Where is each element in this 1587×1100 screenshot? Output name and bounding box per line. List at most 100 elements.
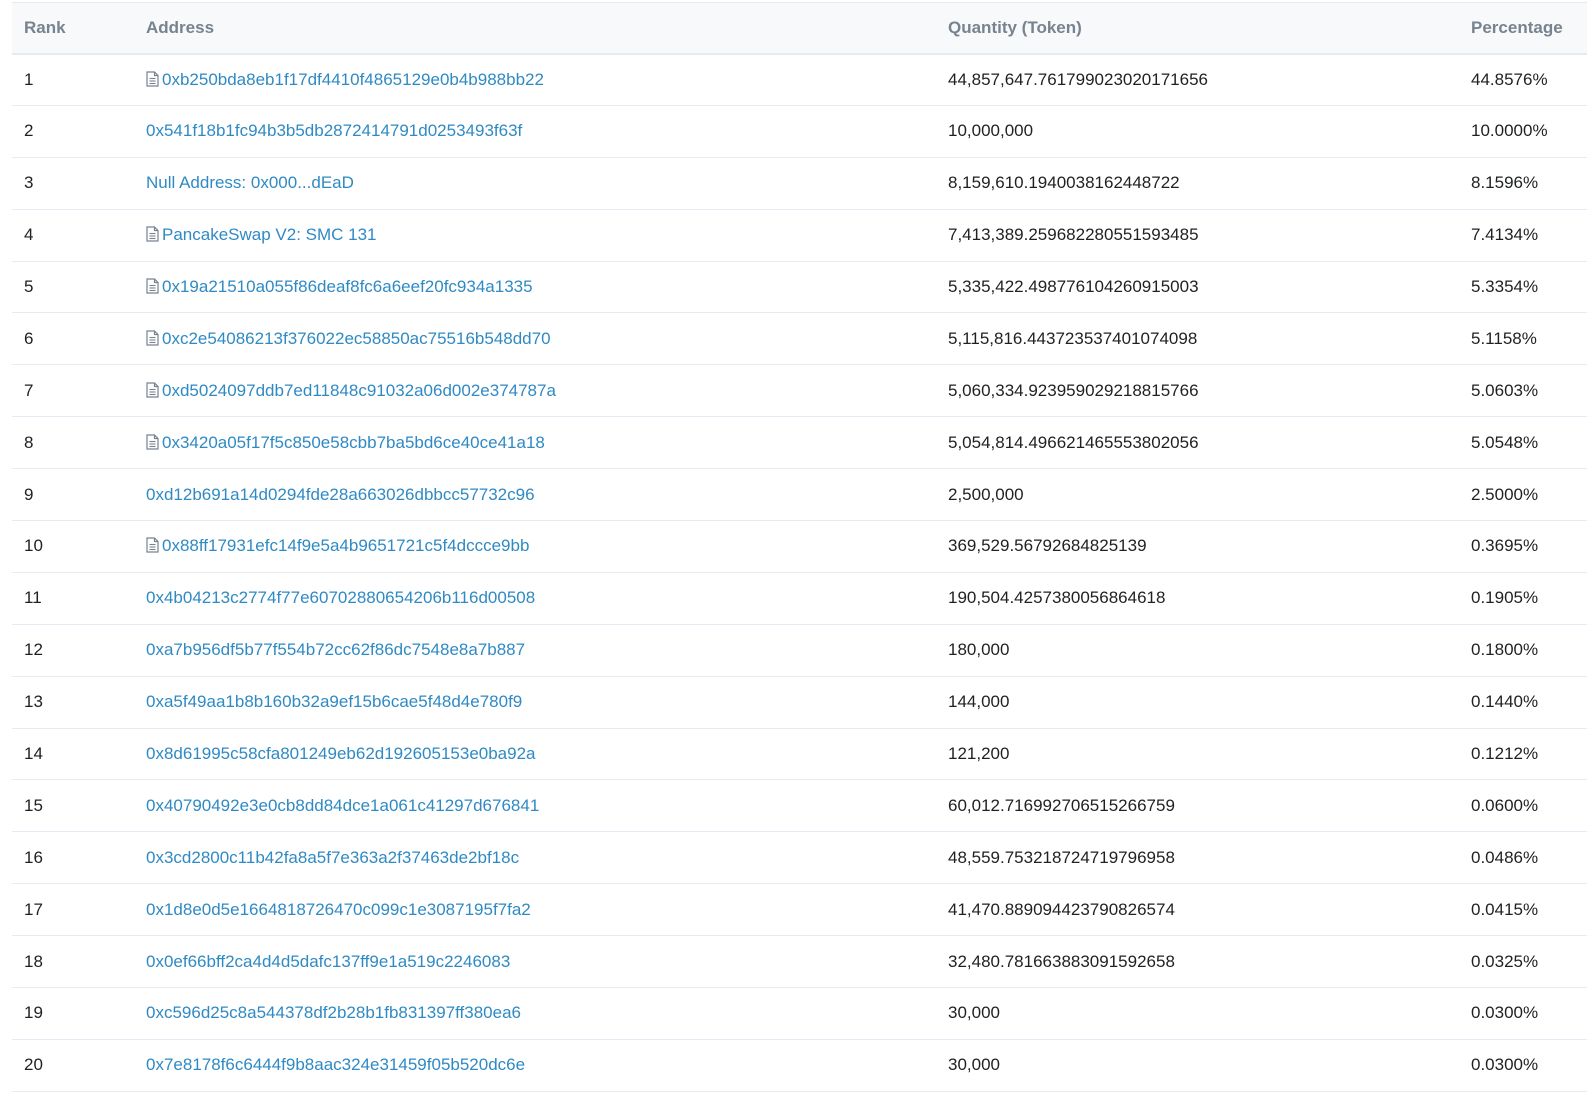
table-row: 7 0xd5024097ddb7ed11848c91032a06d002e3747… (12, 364, 1587, 418)
address-cell: 0xc596d25c8a544378df2b28b1fb831397ff380e… (134, 987, 936, 1040)
address-cell: 0x8d61995c58cfa801249eb62d192605153e0ba9… (134, 728, 936, 781)
percentage-cell: 0.3695% (1459, 520, 1587, 573)
address-cell: 0x40790492e3e0cb8dd84dce1a061c41297d6768… (134, 779, 936, 833)
rank-cell: 4 (12, 209, 134, 262)
rank-cell: 7 (12, 364, 134, 418)
percentage-cell: 0.0486% (1459, 831, 1587, 885)
percentage-cell: 0.1212% (1459, 728, 1587, 781)
percentage-cell: 0.0600% (1459, 779, 1587, 833)
percentage-cell: 5.0548% (1459, 416, 1587, 470)
rank-cell: 6 (12, 312, 134, 366)
address-column-header: Address (134, 2, 936, 55)
table-row: 17 0x1d8e0d5e1664818726470c099c1e3087195f… (12, 883, 1587, 937)
table-row: 19 0xc596d25c8a544378df2b28b1fb831397ff38… (12, 987, 1587, 1040)
rank-cell: 12 (12, 624, 134, 677)
percentage-cell: 0.0300% (1459, 987, 1587, 1040)
table-row: 13 0xa5f49aa1b8b160b32a9ef15b6cae5f48d4e7… (12, 676, 1587, 729)
address-cell: 0x7e8178f6c6444f9b8aac324e31459f05b520dc… (134, 1039, 936, 1092)
percentage-cell: 10.0000% (1459, 105, 1587, 158)
quantity-cell: 190,504.4257380056864618 (936, 572, 1459, 625)
quantity-cell: 369,529.56792684825139 (936, 520, 1459, 573)
holder-address-link[interactable]: 0xb250bda8eb1f17df4410f4865129e0b4b988bb… (162, 70, 544, 89)
address-cell: 0x541f18b1fc94b3b5db2872414791d0253493f6… (134, 105, 936, 158)
address-cell: Null Address: 0x000...dEaD (134, 157, 936, 210)
percentage-cell: 8.1596% (1459, 157, 1587, 210)
holder-address-link[interactable]: 0xc596d25c8a544378df2b28b1fb831397ff380e… (146, 1003, 521, 1022)
holder-address-link[interactable]: 0xc2e54086213f376022ec58850ac75516b548dd… (162, 329, 551, 348)
address-cell: 0x19a21510a055f86deaf8fc6a6eef20fc934a13… (134, 261, 936, 314)
table-row: 18 0x0ef66bff2ca4d4d5dafc137ff9e1a519c224… (12, 935, 1587, 989)
holder-address-link[interactable]: Null Address: 0x000...dEaD (146, 173, 354, 192)
holder-address-link[interactable]: 0x19a21510a055f86deaf8fc6a6eef20fc934a13… (162, 277, 533, 296)
quantity-cell: 30,000 (936, 987, 1459, 1040)
quantity-cell: 144,000 (936, 676, 1459, 729)
quantity-cell: 5,060,334.923959029218815766 (936, 364, 1459, 418)
table-row: 20 0x7e8178f6c6444f9b8aac324e31459f05b520… (12, 1039, 1587, 1092)
holder-address-link[interactable]: 0x40790492e3e0cb8dd84dce1a061c41297d6768… (146, 796, 539, 815)
table-row: 16 0x3cd2800c11b42fa8a5f7e363a2f37463de2b… (12, 831, 1587, 885)
holder-address-link[interactable]: PancakeSwap V2: SMC 131 (162, 225, 377, 244)
holder-address-link[interactable]: 0x0ef66bff2ca4d4d5dafc137ff9e1a519c22460… (146, 952, 510, 971)
quantity-cell: 7,413,389.259682280551593485 (936, 209, 1459, 262)
table-row: 6 0xc2e54086213f376022ec58850ac75516b548d… (12, 312, 1587, 366)
rank-cell: 10 (12, 520, 134, 573)
quantity-cell: 5,115,816.443723537401074098 (936, 312, 1459, 366)
table-row: 11 0x4b04213c2774f77e60702880654206b116d0… (12, 572, 1587, 625)
quantity-cell: 60,012.716992706515266759 (936, 779, 1459, 833)
file-document-icon (146, 278, 159, 294)
rank-cell: 19 (12, 987, 134, 1040)
quantity-cell: 2,500,000 (936, 468, 1459, 522)
holder-address-link[interactable]: 0x3cd2800c11b42fa8a5f7e363a2f37463de2bf1… (146, 848, 519, 867)
holder-address-link[interactable]: 0x3420a05f17f5c850e58cbb7ba5bd6ce40ce41a… (162, 433, 545, 452)
rank-cell: 11 (12, 572, 134, 625)
rank-cell: 15 (12, 779, 134, 833)
rank-cell: 16 (12, 831, 134, 885)
rank-cell: 1 (12, 53, 134, 106)
address-cell: PancakeSwap V2: SMC 131 (134, 209, 936, 262)
table-row: 5 0x19a21510a055f86deaf8fc6a6eef20fc934a1… (12, 261, 1587, 314)
table-row: 8 0x3420a05f17f5c850e58cbb7ba5bd6ce40ce41… (12, 416, 1587, 470)
table-row: 2 0x541f18b1fc94b3b5db2872414791d0253493f… (12, 105, 1587, 158)
percentage-cell: 7.4134% (1459, 209, 1587, 262)
holder-address-link[interactable]: 0x8d61995c58cfa801249eb62d192605153e0ba9… (146, 744, 536, 763)
rank-cell: 18 (12, 935, 134, 989)
holder-address-link[interactable]: 0xa7b956df5b77f554b72cc62f86dc7548e8a7b8… (146, 640, 525, 659)
holder-address-link[interactable]: 0xa5f49aa1b8b160b32a9ef15b6cae5f48d4e780… (146, 692, 522, 711)
holder-address-link[interactable]: 0xd5024097ddb7ed11848c91032a06d002e37478… (162, 381, 556, 400)
holder-address-link[interactable]: 0x4b04213c2774f77e60702880654206b116d005… (146, 588, 535, 607)
table-body: 1 0xb250bda8eb1f17df4410f4865129e0b4b988b… (12, 53, 1587, 1092)
percentage-cell: 44.8576% (1459, 53, 1587, 106)
percentage-cell: 0.0325% (1459, 935, 1587, 989)
table-row: 15 0x40790492e3e0cb8dd84dce1a061c41297d67… (12, 779, 1587, 833)
table-row: 12 0xa7b956df5b77f554b72cc62f86dc7548e8a7… (12, 624, 1587, 677)
rank-cell: 3 (12, 157, 134, 210)
quantity-cell: 48,559.753218724719796958 (936, 831, 1459, 885)
quantity-cell: 41,470.889094423790826574 (936, 883, 1459, 937)
table-row: 3 Null Address: 0x000...dEaD 8,159,610.194… (12, 157, 1587, 210)
holder-address-link[interactable]: 0xd12b691a14d0294fde28a663026dbbcc57732c… (146, 485, 535, 504)
address-cell: 0xa5f49aa1b8b160b32a9ef15b6cae5f48d4e780… (134, 676, 936, 729)
file-document-icon (146, 537, 159, 554)
table-row: 14 0x8d61995c58cfa801249eb62d192605153e0b… (12, 728, 1587, 781)
rank-cell: 14 (12, 728, 134, 781)
address-cell: 0x3420a05f17f5c850e58cbb7ba5bd6ce40ce41a… (134, 416, 936, 470)
holder-address-link[interactable]: 0x88ff17931efc14f9e5a4b9651721c5f4dccce9… (162, 536, 529, 555)
quantity-cell: 5,335,422.498776104260915003 (936, 261, 1459, 314)
percentage-cell: 5.1158% (1459, 312, 1587, 366)
rank-cell: 8 (12, 416, 134, 470)
quantity-cell: 30,000 (936, 1039, 1459, 1092)
percentage-cell: 5.3354% (1459, 261, 1587, 314)
quantity-cell: 32,480.781663883091592658 (936, 935, 1459, 989)
file-document-icon (146, 382, 159, 398)
rank-cell: 17 (12, 883, 134, 937)
table-row: 4 PancakeSwap V2: SMC 131 7,413,389.259682… (12, 209, 1587, 262)
table-row: 9 0xd12b691a14d0294fde28a663026dbbcc57732… (12, 468, 1587, 522)
quantity-cell: 10,000,000 (936, 105, 1459, 158)
percentage-cell: 0.1800% (1459, 624, 1587, 677)
quantity-cell: 8,159,610.1940038162448722 (936, 157, 1459, 210)
holder-address-link[interactable]: 0x7e8178f6c6444f9b8aac324e31459f05b520dc… (146, 1055, 525, 1074)
holder-address-link[interactable]: 0x1d8e0d5e1664818726470c099c1e3087195f7f… (146, 900, 531, 919)
holder-address-link[interactable]: 0x541f18b1fc94b3b5db2872414791d0253493f6… (146, 121, 522, 140)
percentage-cell: 0.1440% (1459, 676, 1587, 729)
address-cell: 0x88ff17931efc14f9e5a4b9651721c5f4dccce9… (134, 520, 936, 573)
